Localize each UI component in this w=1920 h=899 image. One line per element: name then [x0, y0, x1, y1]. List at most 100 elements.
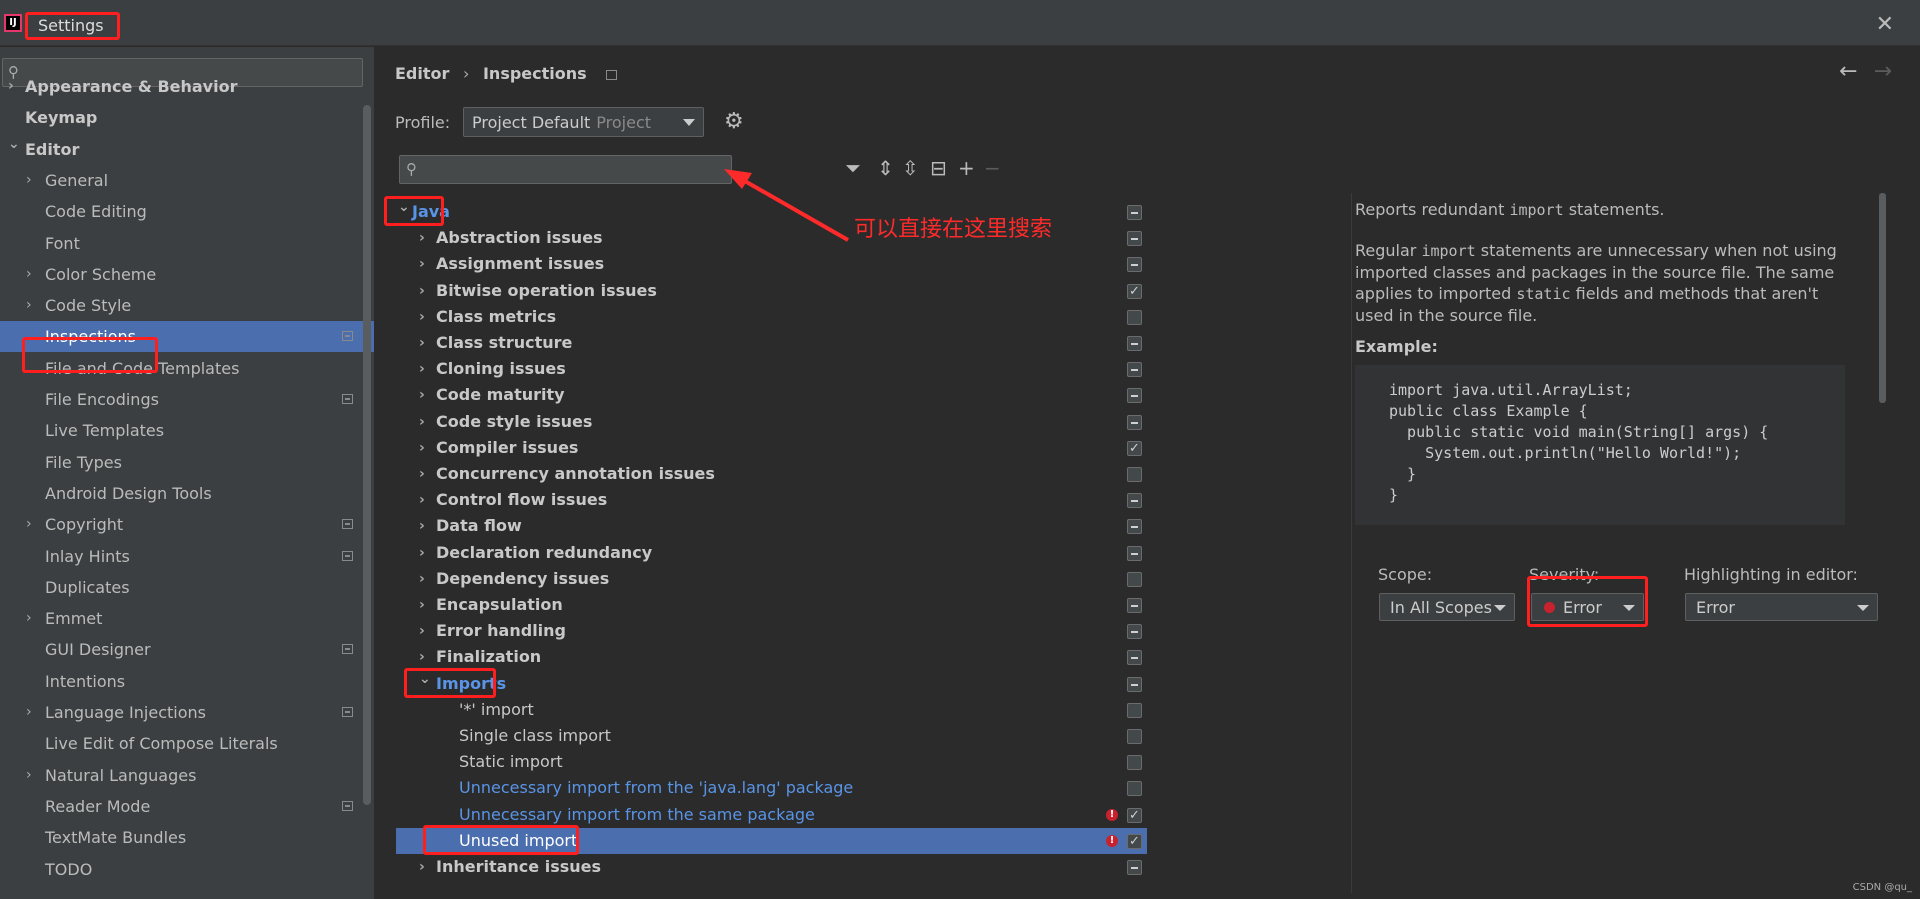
arrow-left-icon[interactable]: ← [1839, 59, 1857, 84]
inspection-checkbox[interactable] [1127, 231, 1142, 247]
arrow-right-icon[interactable]: → [1874, 59, 1892, 84]
inspection-checkbox[interactable] [1127, 309, 1142, 325]
chevron-right-icon[interactable]: › [26, 760, 32, 791]
sidebar-item-editor[interactable]: ⌄ Editor [0, 134, 374, 165]
sidebar-item-inspections[interactable]: Inspections [0, 321, 374, 353]
sidebar-item-file-encodings[interactable]: File Encodings [0, 384, 374, 415]
chevron-right-icon[interactable]: › [26, 259, 32, 290]
inspection-checkbox[interactable] [1127, 279, 1142, 305]
filter-icon[interactable]: ⏷ [845, 156, 861, 180]
sidebar-item-file-and-code-templates[interactable]: File and Code Templates [0, 353, 374, 384]
inspection-row-unnecessary-import-from-the-same-package[interactable]: Unnecessary import from the same package… [396, 802, 1147, 829]
inspection-row-error-handling[interactable]: › Error handling [396, 618, 1147, 644]
chevron-right-icon[interactable]: › [26, 509, 32, 540]
inspection-row-code-maturity[interactable]: › Code maturity [396, 382, 1147, 408]
profile-dropdown[interactable]: Project Default Project [463, 107, 704, 137]
sidebar-item-gui-designer[interactable]: GUI Designer [0, 634, 374, 665]
description-scrollbar[interactable] [1879, 193, 1886, 403]
inspection-checkbox[interactable] [1127, 650, 1142, 666]
chevron-right-icon[interactable]: › [419, 225, 425, 251]
inspection-row-code-style-issues[interactable]: › Code style issues [396, 409, 1147, 435]
sidebar-item-appearance-behavior[interactable]: › Appearance & Behavior [0, 71, 374, 102]
chevron-right-icon[interactable]: › [26, 290, 32, 321]
inspection-row-concurrency-annotation-issues[interactable]: › Concurrency annotation issues [396, 461, 1147, 487]
sidebar-item-copyright[interactable]: › Copyright [0, 509, 374, 540]
chevron-down-icon[interactable]: ⌄ [419, 666, 431, 692]
sidebar-item-reader-mode[interactable]: Reader Mode [0, 791, 374, 822]
inspection-row-unnecessary-import-from-the-java-lang-package[interactable]: Unnecessary import from the 'java.lang' … [396, 775, 1147, 801]
inspection-row-static-import[interactable]: Static import [396, 749, 1147, 775]
scope-dropdown[interactable]: In All Scopes [1379, 593, 1515, 621]
sidebar-item-emmet[interactable]: › Emmet [0, 603, 374, 634]
chevron-right-icon[interactable]: › [419, 461, 425, 487]
inspection-checkbox[interactable] [1127, 519, 1142, 535]
breadcrumb-editor[interactable]: Editor [395, 64, 449, 83]
sidebar-item-keymap[interactable]: Keymap [0, 102, 374, 133]
sidebar-item-android-design-tools[interactable]: Android Design Tools [0, 478, 374, 509]
inspection-checkbox[interactable] [1127, 362, 1142, 378]
sidebar-item-code-editing[interactable]: Code Editing [0, 196, 374, 227]
inspection-checkbox[interactable] [1127, 571, 1142, 587]
collapse-all-icon[interactable]: ⇳ [902, 156, 919, 180]
sidebar-item-code-style[interactable]: › Code Style [0, 290, 374, 321]
sidebar-item-inlay-hints[interactable]: Inlay Hints [0, 541, 374, 572]
sidebar-item-color-scheme[interactable]: › Color Scheme [0, 259, 374, 290]
chevron-right-icon[interactable]: › [26, 165, 32, 196]
highlighting-dropdown[interactable]: Error [1685, 593, 1878, 621]
inspection-checkbox[interactable] [1127, 436, 1142, 462]
sidebar-item-font[interactable]: Font [0, 228, 374, 259]
inspection-row-imports[interactable]: ⌄ Imports [396, 671, 1147, 697]
chevron-right-icon[interactable]: › [419, 382, 425, 408]
chevron-right-icon[interactable]: › [419, 566, 425, 592]
sidebar-item-natural-languages[interactable]: › Natural Languages [0, 760, 374, 791]
sidebar-item-live-templates[interactable]: Live Templates [0, 415, 374, 446]
chevron-right-icon[interactable]: › [26, 603, 32, 634]
add-icon[interactable]: + [958, 156, 975, 180]
inspection-checkbox[interactable] [1127, 755, 1142, 771]
inspection-row-bitwise-operation-issues[interactable]: › Bitwise operation issues [396, 278, 1147, 305]
inspection-checkbox[interactable] [1127, 729, 1142, 744]
chevron-right-icon[interactable]: › [419, 304, 425, 330]
inspection-row-compiler-issues[interactable]: › Compiler issues [396, 435, 1147, 462]
inspection-row-control-flow-issues[interactable]: › Control flow issues [396, 487, 1147, 513]
inspection-checkbox[interactable] [1127, 205, 1142, 220]
inspection-row-import[interactable]: '*' import [396, 697, 1147, 723]
inspection-row-dependency-issues[interactable]: › Dependency issues [396, 566, 1147, 592]
remove-icon[interactable]: − [984, 156, 1001, 180]
inspection-row-single-class-import[interactable]: Single class import [396, 723, 1147, 749]
inspection-row-unused-import[interactable]: Unused import! [396, 827, 1147, 855]
chevron-right-icon[interactable]: › [419, 513, 425, 539]
inspection-checkbox[interactable] [1127, 781, 1142, 797]
chevron-right-icon[interactable]: › [419, 540, 425, 566]
inspection-checkbox[interactable] [1127, 829, 1142, 855]
inspection-row-data-flow[interactable]: › Data flow [396, 513, 1147, 539]
chevron-right-icon[interactable]: › [419, 487, 425, 513]
sidebar-scrollbar[interactable] [363, 105, 371, 805]
inspection-row-class-metrics[interactable]: › Class metrics [396, 304, 1147, 330]
inspection-checkbox[interactable] [1127, 336, 1142, 351]
inspection-row-encapsulation[interactable]: › Encapsulation [396, 592, 1147, 618]
expand-all-icon[interactable]: ⇕ [877, 156, 894, 180]
chevron-right-icon[interactable]: › [419, 618, 425, 644]
inspection-checkbox[interactable] [1127, 803, 1142, 829]
chevron-right-icon[interactable]: › [419, 330, 425, 356]
severity-dropdown[interactable]: Error [1531, 593, 1644, 621]
inspection-checkbox[interactable] [1127, 545, 1142, 561]
sidebar-item-language-injections[interactable]: › Language Injections [0, 697, 374, 728]
chevron-right-icon[interactable]: › [419, 435, 425, 461]
inspection-checkbox[interactable] [1127, 624, 1142, 640]
chevron-right-icon[interactable]: › [26, 697, 32, 728]
inspection-checkbox[interactable] [1127, 676, 1142, 692]
inspection-checkbox[interactable] [1127, 598, 1142, 613]
inspection-row-java[interactable]: ⌄ Java [396, 199, 1147, 225]
inspection-row-inheritance-issues[interactable]: › Inheritance issues [396, 854, 1147, 880]
inspection-checkbox[interactable] [1127, 860, 1142, 875]
chevron-right-icon[interactable]: › [419, 409, 425, 435]
chevron-right-icon[interactable]: › [419, 356, 425, 382]
chevron-down-icon[interactable]: ⌄ [398, 194, 410, 220]
chevron-right-icon[interactable]: › [419, 278, 425, 304]
inspection-row-finalization[interactable]: › Finalization [396, 644, 1147, 670]
inspection-checkbox[interactable] [1127, 414, 1142, 430]
inspection-checkbox[interactable] [1127, 493, 1142, 509]
inspection-row-declaration-redundancy[interactable]: › Declaration redundancy [396, 540, 1147, 566]
